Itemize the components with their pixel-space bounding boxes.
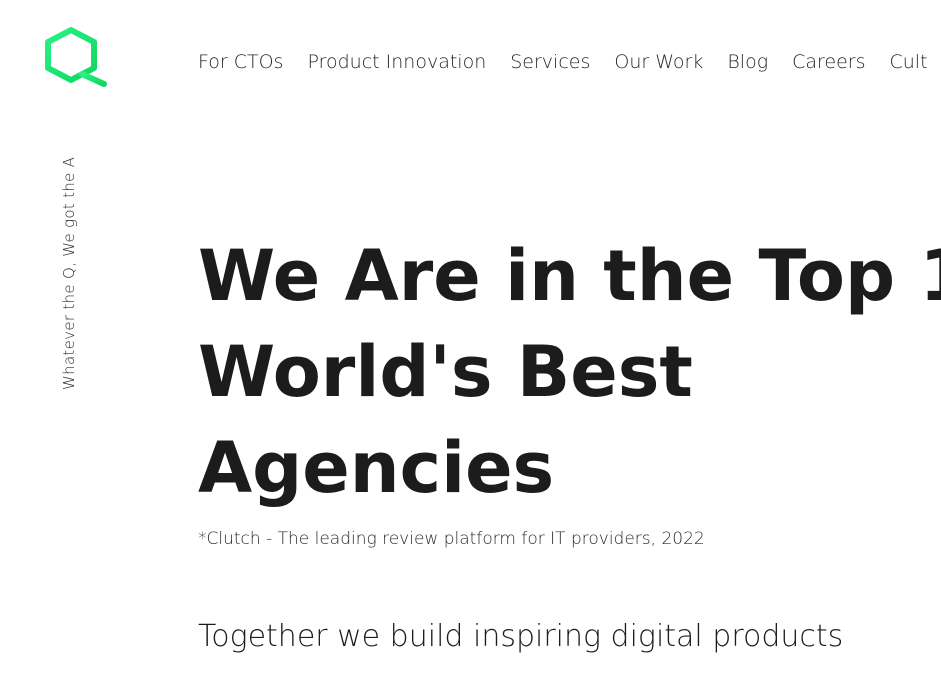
- hero-subheading: Together we build inspiring digital prod…: [198, 619, 844, 654]
- hero-title-line-1: We Are in the Top 15: [198, 235, 941, 317]
- hero-title-line-2: World's Best: [198, 331, 693, 413]
- nav-item-product-innovation[interactable]: Product Innovation: [307, 48, 486, 76]
- page: For CTOs Product Innovation Services Our…: [0, 0, 941, 674]
- hero-source-note: *Clutch - The leading review platform fo…: [198, 529, 705, 549]
- vertical-tagline: Whatever the Q, We got the A: [60, 156, 78, 390]
- nav-item-careers[interactable]: Careers: [792, 48, 865, 76]
- nav-item-blog[interactable]: Blog: [727, 48, 768, 76]
- nav-item-culture[interactable]: Cult: [890, 48, 928, 76]
- hero-title: We Are in the Top 15 World's Best Agenci…: [198, 228, 941, 516]
- nav-item-services[interactable]: Services: [510, 48, 590, 76]
- nav-item-our-work[interactable]: Our Work: [614, 48, 703, 76]
- nav-item-for-ctos[interactable]: For CTOs: [198, 48, 283, 76]
- q-hexagon-logo-icon[interactable]: [44, 26, 108, 88]
- main-navigation: For CTOs Product Innovation Services Our…: [198, 48, 941, 76]
- hero-title-line-3: Agencies: [198, 427, 555, 509]
